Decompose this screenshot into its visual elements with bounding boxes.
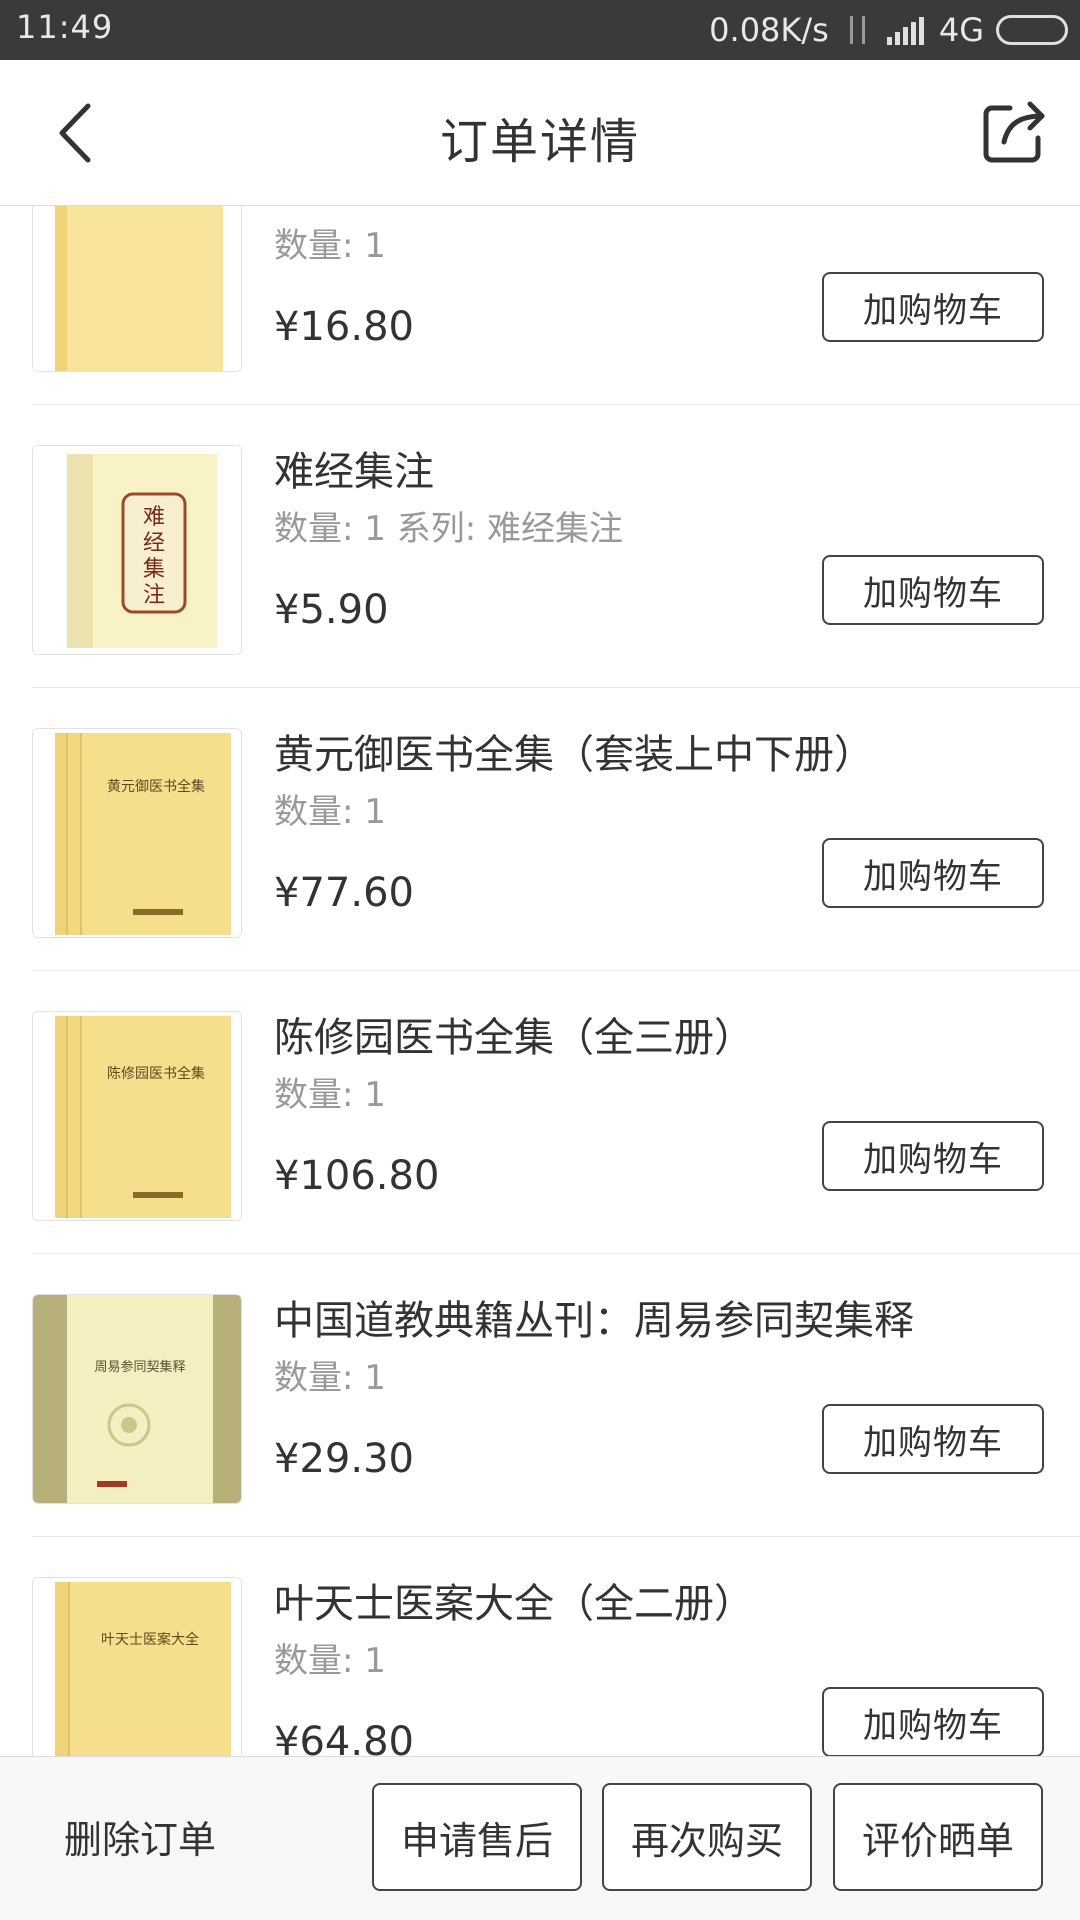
data-transfer-icon: [845, 13, 875, 47]
svg-text:经: 经: [143, 531, 165, 556]
svg-text:叶天士医案大全: 叶天士医案大全: [101, 1631, 199, 1648]
svg-text:陈修园医书全集: 陈修园医书全集: [107, 1065, 205, 1082]
buy-again-button[interactable]: 再次购买: [602, 1783, 812, 1891]
header: 订单详情: [0, 60, 1080, 206]
item-title[interactable]: 难经集注: [274, 439, 434, 497]
order-item: 吕云阁藏本·伤寒杂病论 数量: 1 ¥16.80 加购物车: [0, 206, 1080, 405]
item-price: ¥16.80: [274, 304, 414, 350]
item-quantity: 数量: 1: [274, 792, 386, 832]
item-title[interactable]: 叶天士医案大全（全二册）: [274, 1571, 754, 1629]
item-quantity: 数量: 1: [274, 226, 386, 266]
add-to-cart-button[interactable]: 加购物车: [822, 555, 1044, 625]
book-cover[interactable]: [32, 206, 242, 372]
svg-text:难: 难: [143, 505, 165, 530]
item-quantity: 数量: 1 系列: 难经集注: [274, 509, 623, 549]
order-item: 叶天士医案大全 叶天士医案大全（全二册） 数量: 1 ¥64.80 加购物车: [0, 1537, 1080, 1756]
review-button[interactable]: 评价晒单: [833, 1783, 1043, 1891]
status-indicators: 0.08K/s 4G: [709, 8, 1068, 52]
item-price: ¥5.90: [274, 587, 389, 633]
svg-text:集: 集: [143, 557, 165, 582]
bottom-action-bar: 删除订单 申请售后 再次购买 评价晒单: [0, 1756, 1080, 1920]
status-time: 11:49: [16, 8, 114, 46]
network-type: 4G: [938, 11, 984, 49]
page-title: 订单详情: [439, 114, 640, 170]
item-title[interactable]: 吕云阁藏本·伤寒杂病论: [274, 206, 687, 214]
svg-text:注: 注: [143, 583, 165, 608]
item-price: ¥64.80: [274, 1719, 414, 1756]
item-quantity: 数量: 1: [274, 1358, 386, 1398]
book-cover[interactable]: 陈修园医书全集: [32, 1011, 242, 1221]
book-cover[interactable]: 叶天士医案大全: [32, 1577, 242, 1756]
svg-text:周易参同契集释: 周易参同契集释: [94, 1359, 185, 1375]
item-price: ¥106.80: [274, 1153, 440, 1199]
add-to-cart-button[interactable]: 加购物车: [822, 1121, 1044, 1191]
net-speed: 0.08K/s: [709, 11, 829, 49]
status-bar: 11:49 0.08K/s 4G: [0, 0, 1080, 60]
order-item: 陈修园医书全集 陈修园医书全集（全三册） 数量: 1 ¥106.80 加购物车: [0, 971, 1080, 1254]
battery-icon: [996, 15, 1068, 45]
book-cover[interactable]: 周易参同契集释: [32, 1294, 242, 1504]
add-to-cart-button[interactable]: 加购物车: [822, 1687, 1044, 1756]
item-title[interactable]: 陈修园医书全集（全三册）: [274, 1005, 754, 1063]
item-price: ¥77.60: [274, 870, 414, 916]
add-to-cart-button[interactable]: 加购物车: [822, 272, 1044, 342]
order-item-list: 吕云阁藏本·伤寒杂病论 数量: 1 ¥16.80 加购物车 难 经 集 注 难经…: [0, 206, 1080, 1756]
order-item: 难 经 集 注 难经集注 数量: 1 系列: 难经集注 ¥5.90 加购物车: [0, 405, 1080, 688]
item-title[interactable]: 中国道教典籍丛刊：周易参同契集释: [274, 1288, 914, 1346]
add-to-cart-button[interactable]: 加购物车: [822, 1404, 1044, 1474]
item-title[interactable]: 黄元御医书全集（套装上中下册）: [274, 722, 874, 780]
book-cover[interactable]: 难 经 集 注: [32, 445, 242, 655]
share-icon[interactable]: [980, 96, 1050, 166]
order-item: 黄元御医书全集 黄元御医书全集（套装上中下册） 数量: 1 ¥77.60 加购物…: [0, 688, 1080, 971]
svg-text:黄元御医书全集: 黄元御医书全集: [107, 778, 205, 795]
signal-icon: [886, 15, 927, 45]
after-sale-button[interactable]: 申请售后: [372, 1783, 582, 1891]
add-to-cart-button[interactable]: 加购物车: [822, 838, 1044, 908]
book-cover[interactable]: 黄元御医书全集: [32, 728, 242, 938]
item-quantity: 数量: 1: [274, 1075, 386, 1115]
order-item: 周易参同契集释 中国道教典籍丛刊：周易参同契集释 数量: 1 ¥29.30 加购…: [0, 1254, 1080, 1537]
item-price: ¥29.30: [274, 1436, 414, 1482]
item-quantity: 数量: 1: [274, 1641, 386, 1681]
delete-order-button[interactable]: 删除订单: [64, 1809, 216, 1864]
